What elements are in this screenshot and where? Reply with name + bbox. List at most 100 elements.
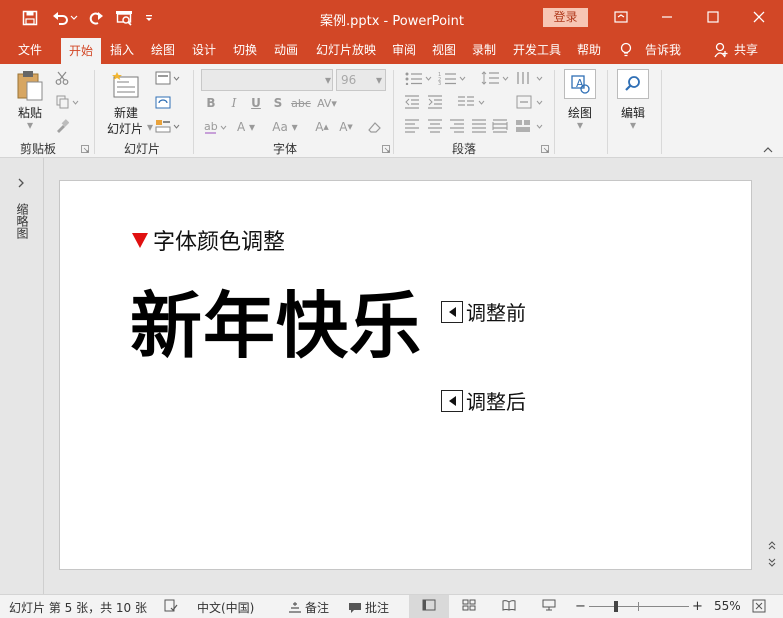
columns-icon[interactable]	[456, 94, 488, 110]
section-icon[interactable]	[154, 118, 182, 134]
zoom-in-button[interactable]: +	[692, 599, 703, 614]
new-slide-icon[interactable]	[110, 70, 142, 100]
drawing-shapes-icon[interactable]: A	[564, 69, 596, 99]
after-marker[interactable]: 调整后	[441, 386, 526, 415]
convert-smartart-icon[interactable]	[514, 118, 546, 134]
collapse-ribbon-icon[interactable]	[762, 144, 774, 156]
reading-view-icon[interactable]	[502, 599, 516, 611]
zoom-level[interactable]: 55%	[714, 599, 741, 613]
font-name-combobox[interactable]	[201, 69, 333, 91]
tab-file[interactable]: 文件	[8, 36, 52, 64]
character-spacing-icon[interactable]: AV▾	[313, 94, 341, 112]
new-slide-label-2[interactable]: 幻灯片	[100, 120, 150, 137]
align-right-icon[interactable]	[448, 118, 466, 134]
tab-design[interactable]: 设计	[186, 36, 222, 64]
zoom-out-button[interactable]: −	[575, 599, 586, 614]
clipboard-launcher-icon[interactable]	[80, 144, 90, 154]
slideshow-icon[interactable]	[542, 599, 556, 611]
tell-me-search[interactable]: 告诉我	[640, 36, 686, 64]
bullets-icon[interactable]	[403, 70, 435, 86]
cut-icon[interactable]	[54, 70, 70, 86]
decrease-font-size-icon[interactable]: A ▼	[336, 118, 356, 136]
maximize-icon[interactable]	[698, 6, 728, 28]
zoom-slider-thumb[interactable]	[614, 601, 618, 612]
justify-icon[interactable]	[470, 118, 488, 134]
tab-home[interactable]: 开始	[61, 38, 101, 64]
lightbulb-icon[interactable]	[617, 36, 635, 64]
slide-heading[interactable]: 字体颜色调整	[132, 224, 285, 256]
change-case-icon[interactable]: Aa ▾	[268, 118, 302, 136]
increase-font-size-icon[interactable]: A ▲	[312, 118, 332, 136]
shadow-icon[interactable]: S	[270, 95, 286, 111]
share-person-icon[interactable]	[712, 36, 730, 64]
tab-slideshow[interactable]: 幻灯片放映	[311, 36, 381, 64]
notes-button[interactable]: 备注	[288, 599, 329, 616]
next-slide-icon[interactable]	[766, 556, 778, 568]
ribbon-display-options-icon[interactable]	[606, 6, 636, 28]
comments-button[interactable]: 批注	[348, 599, 389, 616]
slide-canvas[interactable]: 字体颜色调整 新年快乐 调整前 调整后	[59, 180, 752, 570]
strikethrough-icon[interactable]: abc	[289, 95, 313, 111]
layout-icon[interactable]	[154, 70, 182, 86]
new-slide-label-1[interactable]: 新建	[106, 104, 146, 121]
normal-view-icon[interactable]	[422, 599, 436, 611]
paragraph-launcher-icon[interactable]	[540, 144, 550, 154]
align-center-icon[interactable]	[426, 118, 444, 134]
line-spacing-icon[interactable]	[480, 70, 512, 86]
tab-developer[interactable]: 开发工具	[508, 36, 566, 64]
clear-formatting-icon[interactable]: ab	[201, 118, 229, 136]
minimize-icon[interactable]	[652, 6, 682, 28]
undo-dropdown-icon[interactable]	[68, 8, 80, 28]
copy-icon[interactable]	[54, 94, 82, 110]
tab-view[interactable]: 视图	[427, 36, 461, 64]
align-left-icon[interactable]	[403, 118, 421, 134]
accessibility-icon[interactable]	[164, 599, 178, 613]
slide-title[interactable]: 新年快乐	[130, 267, 422, 372]
tab-insert[interactable]: 插入	[104, 36, 140, 64]
before-marker[interactable]: 调整前	[441, 297, 526, 326]
paste-icon[interactable]	[14, 70, 46, 102]
slide-number-status[interactable]: 幻灯片 第 5 张，共 10 张	[9, 599, 147, 616]
paste-dropdown-icon[interactable]: ▾	[24, 118, 36, 132]
numbering-icon[interactable]: 123	[437, 70, 469, 86]
italic-icon[interactable]: I	[226, 95, 242, 111]
thumbnails-label[interactable]: 缩略图	[14, 203, 29, 239]
tab-record[interactable]: 录制	[467, 36, 501, 64]
fit-to-window-icon[interactable]	[752, 599, 766, 613]
new-slide-dropdown-icon[interactable]: ▾	[146, 120, 154, 134]
reset-slide-icon[interactable]	[154, 94, 172, 110]
font-name-dropdown-icon[interactable]: ▾	[323, 73, 333, 87]
presenter-icon[interactable]	[113, 8, 135, 28]
eraser-icon[interactable]	[365, 118, 385, 136]
login-button[interactable]: 登录	[543, 8, 588, 27]
text-direction-icon[interactable]	[514, 70, 546, 86]
distributed-icon[interactable]	[491, 118, 509, 134]
editing-search-icon[interactable]	[617, 69, 649, 99]
expand-thumbnails-icon[interactable]	[14, 176, 28, 190]
underline-icon[interactable]: U	[248, 95, 264, 111]
decrease-indent-icon[interactable]	[403, 94, 421, 110]
editing-dropdown-icon[interactable]: ▾	[628, 118, 638, 132]
drawing-dropdown-icon[interactable]: ▾	[575, 118, 585, 132]
format-painter-icon[interactable]	[54, 118, 70, 134]
tab-help[interactable]: 帮助	[571, 36, 607, 64]
tab-review[interactable]: 审阅	[387, 36, 421, 64]
align-text-icon[interactable]	[514, 94, 546, 110]
zoom-slider[interactable]	[589, 601, 689, 612]
close-icon[interactable]	[744, 6, 774, 28]
redo-icon[interactable]	[84, 8, 106, 28]
font-color-icon[interactable]: A ▾	[234, 118, 258, 136]
customize-icon[interactable]	[143, 8, 155, 28]
font-launcher-icon[interactable]	[381, 144, 391, 154]
slide-sorter-icon[interactable]	[462, 599, 476, 611]
language-status[interactable]: 中文(中国)	[197, 599, 254, 616]
share-button[interactable]: 共享	[731, 36, 761, 64]
tab-draw[interactable]: 绘图	[145, 36, 181, 64]
tab-animations[interactable]: 动画	[268, 36, 304, 64]
increase-indent-icon[interactable]	[426, 94, 444, 110]
save-icon[interactable]	[19, 8, 41, 28]
previous-slide-icon[interactable]	[766, 540, 778, 552]
bold-icon[interactable]: B	[203, 95, 219, 111]
font-size-dropdown-icon[interactable]: ▾	[374, 73, 384, 87]
tab-transitions[interactable]: 切换	[227, 36, 263, 64]
